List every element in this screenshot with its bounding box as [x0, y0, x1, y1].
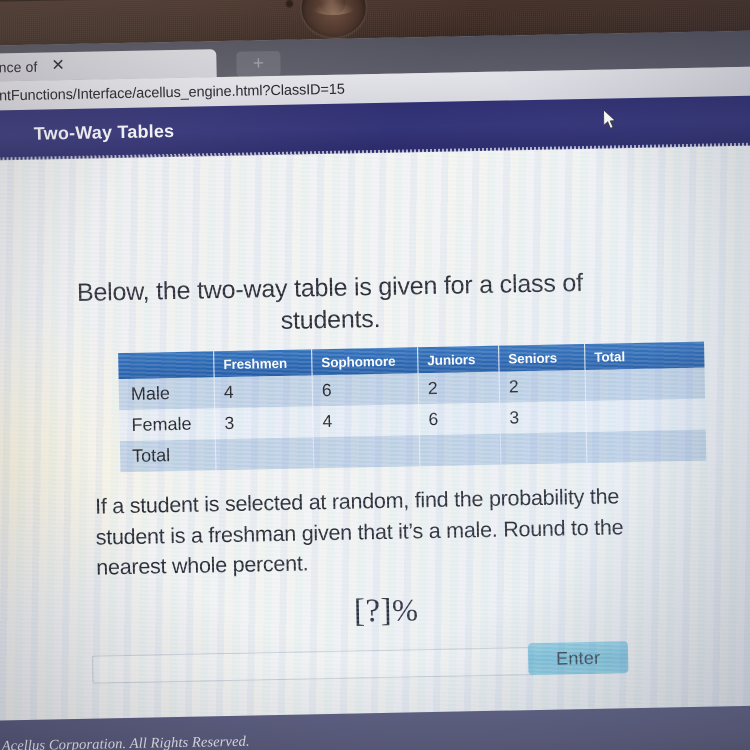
- enter-button[interactable]: Enter: [527, 641, 629, 676]
- table-row-label-male: Male: [118, 377, 215, 411]
- cell-male-juniors: 2: [418, 371, 500, 405]
- cell-female-sophomore: 4: [312, 404, 420, 438]
- question-prompt: Below, the two-way table is given for a …: [76, 269, 584, 335]
- cell-male-seniors: 2: [499, 369, 586, 403]
- cell-total-juniors: [419, 433, 501, 467]
- answer-row: Enter: [92, 641, 632, 684]
- cell-female-total: [585, 398, 706, 432]
- table-col-header-total: Total: [584, 341, 705, 370]
- lesson-page: Below, the two-way table is given for a …: [0, 145, 750, 730]
- answer-input[interactable]: [92, 647, 535, 684]
- table-row-label-total: Total: [119, 439, 216, 473]
- url-text: dentFunctions/Interface/acellus_engine.h…: [0, 81, 345, 105]
- table-col-header-sophomore: Sophomore: [311, 347, 419, 376]
- cell-total-total: [586, 429, 707, 463]
- webcam-glint: [311, 0, 356, 16]
- cell-male-total: [585, 367, 706, 401]
- cell-male-freshmen: 4: [214, 375, 313, 409]
- table-col-header-freshmen: Freshmen: [213, 349, 313, 378]
- two-way-table: Freshmen Sophomore Juniors Seniors Total…: [118, 341, 707, 473]
- cell-female-freshmen: 3: [214, 406, 314, 440]
- screen-area: cience of ✕ + dentFunctions/Interface/ac…: [0, 30, 750, 750]
- cell-male-sophomore: 6: [312, 373, 419, 407]
- table-col-header-juniors: Juniors: [417, 345, 500, 374]
- page-title: Two-Way Tables: [33, 120, 175, 144]
- answer-placeholder: [?]%: [11, 586, 750, 638]
- tab-title: cience of: [0, 58, 38, 76]
- close-icon[interactable]: ✕: [51, 57, 65, 74]
- photo-of-laptop-screen: cience of ✕ + dentFunctions/Interface/ac…: [0, 0, 750, 750]
- question-body: If a student is selected at random, find…: [94, 484, 624, 580]
- cell-total-freshmen: [215, 437, 314, 471]
- answer-placeholder-bracket: [?]: [353, 592, 393, 630]
- table-col-header-corner: [118, 351, 215, 380]
- cell-female-juniors: 6: [418, 402, 501, 436]
- question-container: Below, the two-way table is given for a …: [2, 146, 750, 730]
- mouse-pointer-icon: [603, 109, 617, 130]
- table-row-label-female: Female: [119, 408, 216, 442]
- copyright-text: Acellus Corporation. All Rights Reserved…: [1, 733, 250, 750]
- plus-icon[interactable]: +: [236, 50, 281, 77]
- percent-symbol: %: [391, 592, 419, 628]
- cell-total-seniors: [500, 431, 587, 465]
- cell-total-sophomore: [313, 435, 420, 469]
- table-col-header-seniors: Seniors: [498, 344, 586, 372]
- cell-female-seniors: 3: [499, 400, 587, 434]
